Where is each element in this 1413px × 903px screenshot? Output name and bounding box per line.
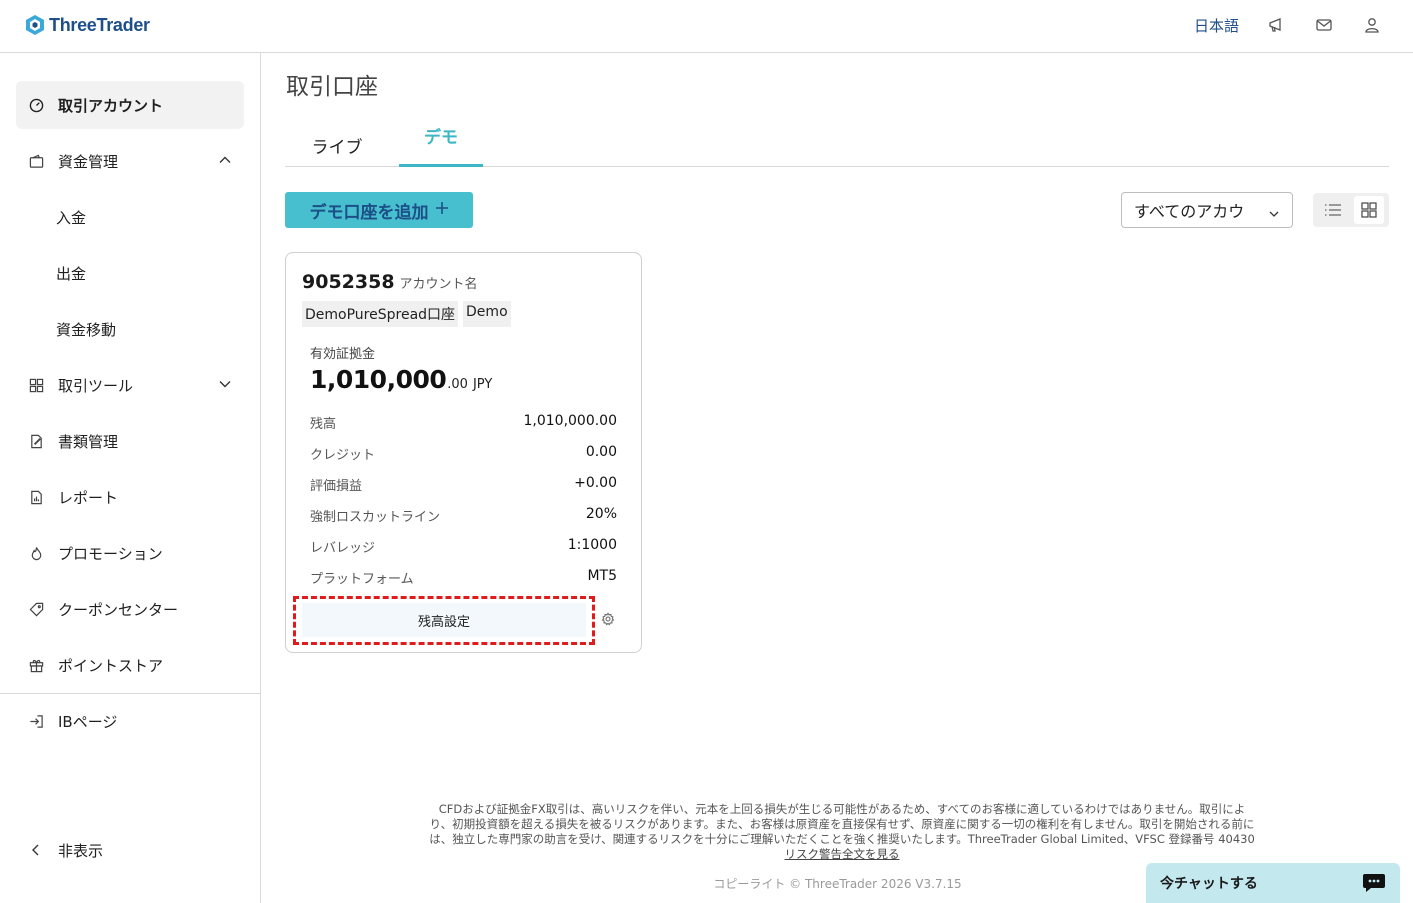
- sidebar-item-label: クーポンセンター: [58, 600, 179, 619]
- highlight-box: 残高設定: [293, 596, 595, 645]
- account-type-tag: DemoPureSpread口座: [302, 301, 459, 327]
- user-icon[interactable]: [1361, 14, 1383, 36]
- sidebar-item-funds[interactable]: 資金管理: [16, 137, 244, 185]
- sidebar-item-label: IBページ: [58, 712, 118, 731]
- chat-widget-button[interactable]: 今チャットする: [1146, 863, 1400, 903]
- page-title: 取引口座: [286, 74, 378, 100]
- disclaimer-line: は、独立した専門家の助言を受け、関連するリスクを十分にご理解いただくことを強く推…: [429, 832, 1255, 846]
- chevron-up-icon: [218, 153, 232, 171]
- row-value: 0.00: [585, 444, 617, 460]
- megaphone-icon[interactable]: [1265, 14, 1287, 36]
- row-label: クレジット: [310, 448, 376, 463]
- sidebar-item-promotions[interactable]: プロモーション: [16, 529, 244, 577]
- row-value: +0.00: [574, 475, 617, 491]
- grid-view-icon[interactable]: [1354, 196, 1384, 224]
- card-row-stop-out: 強制ロスカットライン 20%: [310, 506, 617, 525]
- disclaimer-line: CFDおよび証拠金FX取引は、高いリスクを伴い、元本を上回る損失が生じる可能性が…: [438, 802, 1246, 816]
- sidebar-item-label: 資金管理: [58, 152, 119, 171]
- account-tabs: ライブ デモ: [285, 113, 1389, 167]
- sidebar-item-ib-page[interactable]: IBページ: [16, 697, 244, 745]
- sidebar-item-documents[interactable]: 書類管理: [16, 417, 244, 465]
- sidebar-item-transfer[interactable]: 資金移動: [56, 319, 116, 340]
- card-row-leverage: レバレッジ 1:1000: [310, 537, 617, 556]
- chat-bubble-icon: [1362, 872, 1386, 898]
- report-icon: [28, 489, 44, 505]
- risk-disclaimer: CFDおよび証拠金FX取引は、高いリスクを伴い、元本を上回る損失が生じる可能性が…: [402, 802, 1282, 862]
- sidebar-item-withdraw[interactable]: 出金: [56, 263, 86, 284]
- top-bar: ThreeTrader 日本語: [0, 0, 1413, 53]
- chevron-left-icon: [28, 842, 44, 858]
- disclaimer-line: り、初期投資額を超える損失を被るリスクがあります。また、お客様は原資産を直接保有…: [429, 817, 1255, 831]
- sidebar-hide-button[interactable]: 非表示: [16, 826, 244, 874]
- sidebar-hide-label: 非表示: [58, 841, 104, 860]
- copyright-text: コピーライト © ThreeTrader 2026 V3.7.15: [713, 877, 962, 891]
- sidebar: 取引アカウント 資金管理 入金 出金 資金移動 取引ツール 書類管理 レポート: [0, 53, 261, 903]
- add-demo-account-label: デモ口座を追加: [309, 202, 429, 223]
- sidebar-item-label: ポイントストア: [58, 656, 164, 675]
- gear-icon[interactable]: [601, 611, 615, 630]
- row-label: 残高: [310, 417, 337, 432]
- chevron-down-icon: [1268, 205, 1280, 224]
- equity-decimal: .00: [447, 377, 468, 392]
- row-label: レバレッジ: [310, 541, 376, 556]
- language-selector[interactable]: 日本語: [1194, 15, 1239, 36]
- main-content: 取引口座 ライブ デモ デモ口座を追加 すべてのアカウ 9052358 アカウン…: [262, 53, 1413, 903]
- card-row-floating-pl: 評価損益 +0.00: [310, 475, 617, 494]
- list-view-icon[interactable]: [1318, 196, 1348, 224]
- account-filter-select[interactable]: すべてのアカウ: [1121, 192, 1293, 228]
- card-row-platform: プラットフォーム MT5: [310, 568, 617, 587]
- brand-name: ThreeTrader: [49, 14, 150, 35]
- row-label: プラットフォーム: [310, 572, 414, 587]
- sidebar-item-deposit[interactable]: 入金: [56, 207, 86, 228]
- threetrader-logo-icon: [26, 15, 44, 35]
- account-filter-value: すべてのアカウ: [1134, 202, 1245, 221]
- sidebar-item-trading-tools[interactable]: 取引ツール: [16, 361, 244, 409]
- tools-icon: [28, 377, 44, 393]
- account-number: 9052358: [302, 271, 395, 293]
- row-value: 1:1000: [567, 537, 617, 553]
- document-edit-icon: [28, 433, 44, 449]
- chevron-down-icon: [218, 377, 232, 395]
- sidebar-item-label: プロモーション: [58, 544, 163, 563]
- sidebar-item-coupons[interactable]: クーポンセンター: [16, 585, 244, 633]
- row-value: MT5: [587, 568, 617, 584]
- row-label: 評価損益: [310, 479, 363, 494]
- equity-value: 1,010,000 .00 JPY: [310, 365, 492, 394]
- brand-logo[interactable]: ThreeTrader: [24, 14, 150, 36]
- plus-icon: [435, 200, 449, 220]
- sidebar-item-label: 取引アカウント: [58, 96, 164, 115]
- sidebar-item-point-store[interactable]: ポイントストア: [16, 641, 244, 689]
- chat-label: 今チャットする: [1160, 876, 1258, 892]
- sidebar-item-label: レポート: [58, 488, 119, 507]
- row-value: 20%: [585, 506, 617, 522]
- mail-icon[interactable]: [1313, 14, 1335, 36]
- row-label: 強制ロスカットライン: [310, 510, 441, 525]
- equity-currency: JPY: [472, 377, 493, 392]
- flame-icon: [28, 545, 44, 561]
- equity-integer: 1,010,000: [310, 365, 447, 394]
- equity-label: 有効証拠金: [310, 347, 376, 362]
- card-row-credit: クレジット 0.00: [310, 444, 617, 463]
- balance-settings-button[interactable]: 残高設定: [302, 603, 586, 637]
- add-demo-account-button[interactable]: デモ口座を追加: [285, 192, 473, 228]
- row-value: 1,010,000.00: [523, 413, 617, 429]
- gauge-icon: [28, 97, 44, 113]
- login-arrow-icon: [28, 713, 44, 729]
- account-card: 9052358 アカウント名 DemoPureSpread口座 Demo 有効証…: [285, 252, 642, 653]
- demo-tag: Demo: [463, 301, 511, 327]
- sidebar-item-reports[interactable]: レポート: [16, 473, 244, 521]
- view-mode-toggle: [1313, 193, 1389, 227]
- sidebar-item-label: 書類管理: [58, 432, 119, 451]
- tag-icon: [28, 601, 44, 617]
- wallet-icon: [28, 153, 44, 169]
- gift-icon: [28, 657, 44, 673]
- sidebar-divider: [0, 693, 260, 694]
- sidebar-item-label: 取引ツール: [58, 376, 134, 395]
- account-name-label[interactable]: アカウント名: [400, 273, 478, 292]
- sidebar-item-trading-accounts[interactable]: 取引アカウント: [16, 81, 244, 129]
- tab-demo[interactable]: デモ: [399, 113, 483, 167]
- card-row-balance: 残高 1,010,000.00: [310, 413, 617, 432]
- tab-live[interactable]: ライブ: [285, 113, 389, 167]
- risk-warning-link[interactable]: リスク警告全文を見る: [785, 847, 900, 862]
